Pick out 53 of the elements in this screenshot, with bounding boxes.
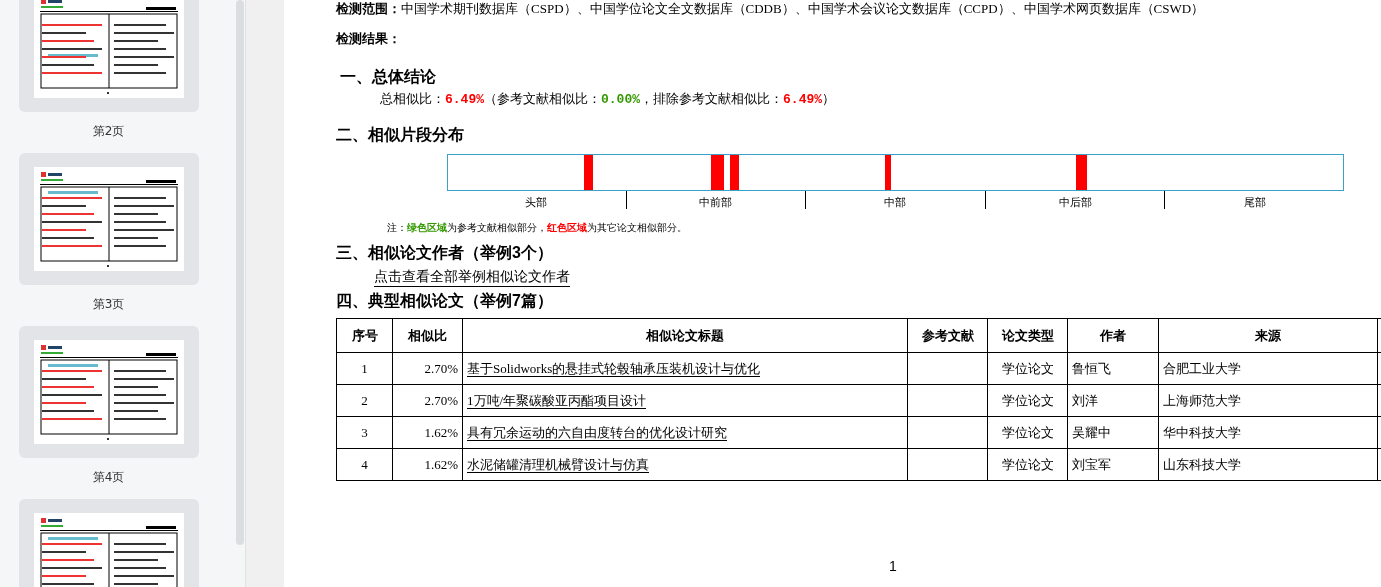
section-heading: 二、相似片段分布 — [336, 125, 465, 145]
legend-note: 注：绿色区域为参考文献相似部分，红色区域为其它论文相似部分。 — [387, 221, 688, 235]
page-thumbnail[interactable] — [33, 340, 184, 444]
column-header: 相似比 — [392, 318, 463, 353]
table-cell: 2 — [336, 384, 393, 417]
result-label: 检测结果： — [336, 30, 402, 48]
column-header: 序号 — [336, 318, 393, 353]
scope-line: 检测范围：中国学术期刊数据库（CSPD）、中国学位论文全文数据库（CDDB）、中国学术会议论文数据库（CCPD）、中国学术网页数据库（CSWD） — [336, 0, 1206, 18]
table-cell: 合肥工业大学 — [1158, 352, 1378, 385]
page-thumbnail[interactable] — [33, 167, 184, 271]
column-header: 相似论文标题 — [462, 318, 908, 353]
table-cell: 刘宝军 — [1067, 448, 1159, 481]
page-label: 第2页 — [92, 123, 125, 140]
column-header: 来源 — [1158, 318, 1378, 353]
page-label: 第4页 — [92, 469, 125, 486]
table-cell: 学位论文 — [987, 416, 1068, 449]
column-header: 作者 — [1067, 318, 1159, 353]
table-cell: 鲁恒飞 — [1067, 352, 1159, 385]
table-cell: 吴耀中 — [1067, 416, 1159, 449]
table-cell: 1.62% — [392, 416, 463, 449]
table-cell: 学位论文 — [987, 384, 1068, 417]
section-heading: 四、典型相似论文（举例7篇） — [336, 291, 554, 311]
column-header: 论文类型 — [987, 318, 1068, 353]
page-thumbnail[interactable] — [33, 0, 184, 98]
table-cell: 山东科技大学 — [1158, 448, 1378, 481]
zone-label: 尾部 — [1164, 191, 1344, 209]
section-heading: 一、总体结论 — [340, 67, 437, 87]
section-heading: 三、相似论文作者（举例3个） — [336, 243, 554, 263]
table-cell: 2.70% — [392, 384, 463, 417]
zone-label: 头部 — [524, 195, 549, 209]
all-authors-link[interactable]: 点击查看全部举例相似论文作者 — [374, 268, 570, 287]
column-header: 参考文献 — [907, 318, 988, 353]
table-cell: 学位论文 — [987, 352, 1068, 385]
similarity-summary: 总相似比：6.49%（参考文献相似比：0.00%，排除参考文献相似比：6.49%） — [380, 90, 837, 108]
table-cell: 华中科技大学 — [1158, 416, 1378, 449]
scrollbar-thumb[interactable] — [236, 0, 244, 545]
thumbnail-card[interactable] — [18, 326, 199, 458]
zone-label: 中前部 — [625, 191, 806, 209]
page-thumbnail[interactable] — [33, 513, 184, 587]
table-cell: 1.62% — [392, 448, 463, 481]
page-label: 第3页 — [92, 296, 125, 313]
zone-label: 中后部 — [984, 191, 1165, 209]
table-cell: 1 — [336, 352, 393, 385]
page-number: 1 — [889, 558, 897, 574]
thumbnail-card[interactable] — [18, 153, 199, 285]
thumbnail-card[interactable] — [18, 0, 199, 112]
table-cell: 学位论文 — [987, 448, 1068, 481]
table-cell: 3 — [336, 416, 393, 449]
zone-label: 中部 — [805, 191, 985, 209]
table-cell: 刘洋 — [1067, 384, 1159, 417]
table-cell: 4 — [336, 448, 393, 481]
table-cell: 上海师范大学 — [1158, 384, 1378, 417]
table-cell: 2.70% — [392, 352, 463, 385]
